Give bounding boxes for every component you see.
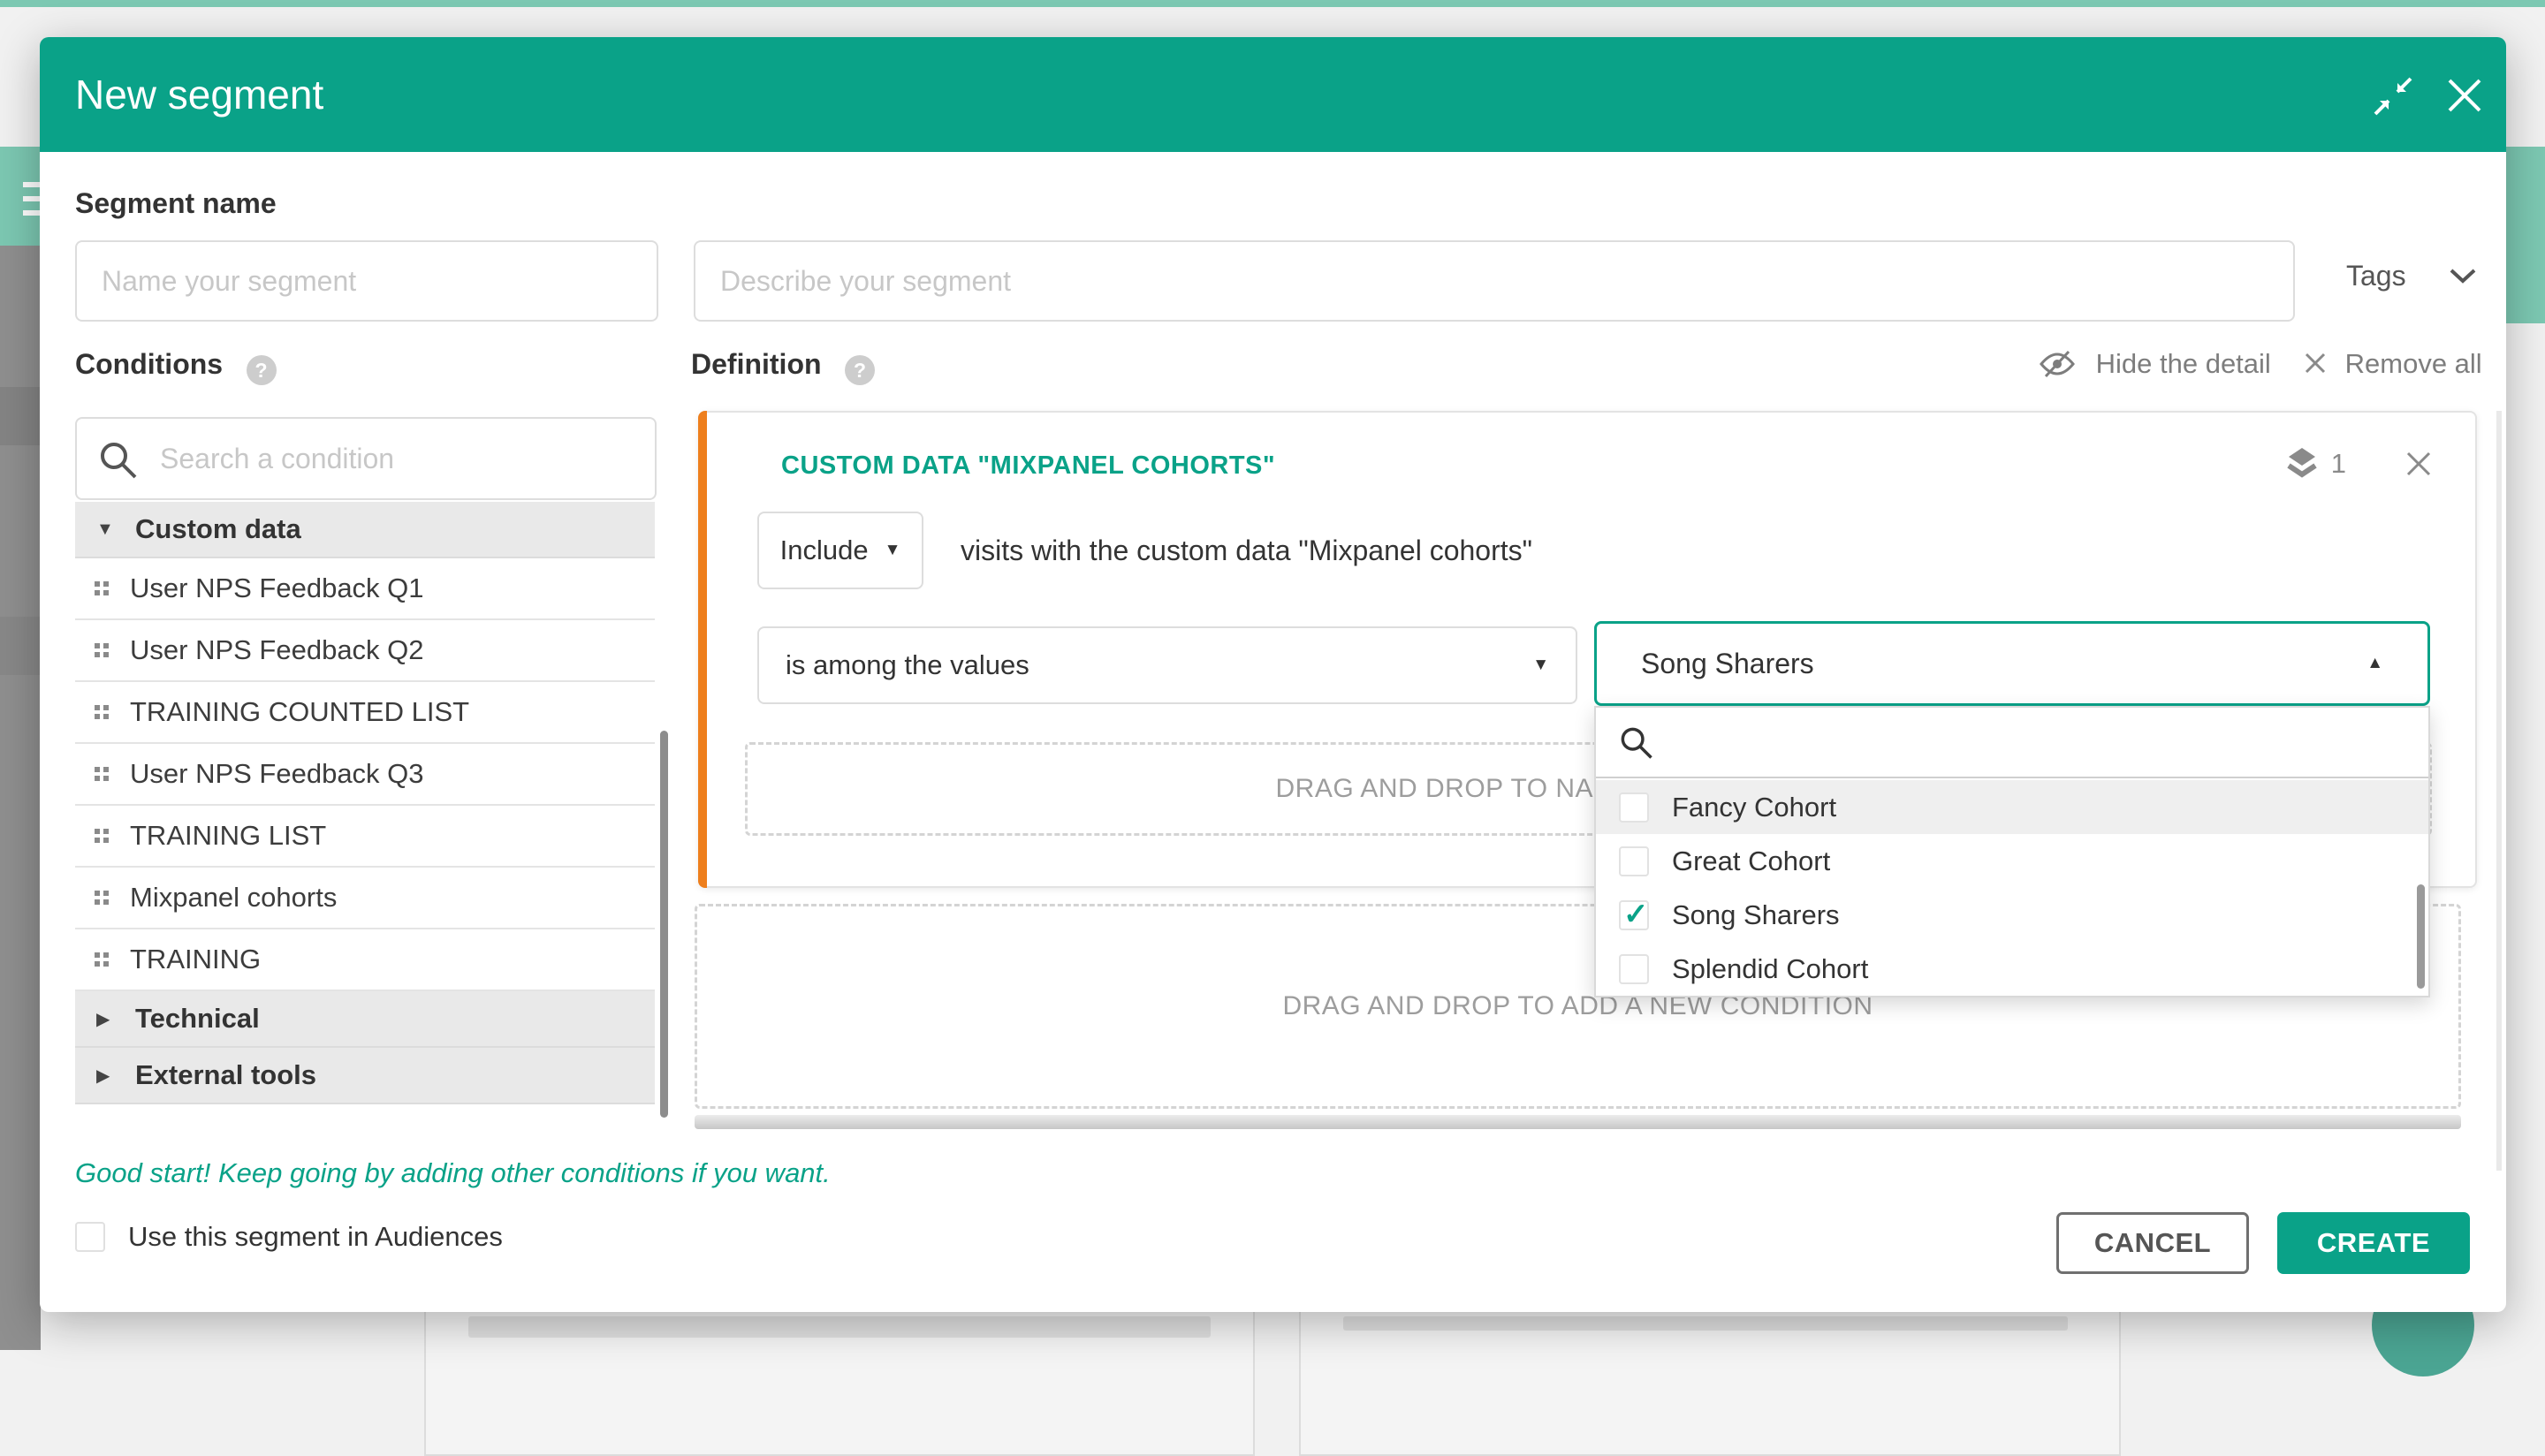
definition-header: Definition ? <box>691 348 875 385</box>
dropdown-option[interactable]: ✓Splendid Cohort <box>1596 942 2428 996</box>
modal-header: New segment <box>40 37 2506 152</box>
page-top-strip <box>0 0 2545 7</box>
cancel-button[interactable]: CANCEL <box>2056 1212 2249 1274</box>
option-checkbox[interactable]: ✓ <box>1619 846 1649 876</box>
app-header-edge-right <box>2506 147 2545 323</box>
definition-scroll-track[interactable] <box>2496 411 2502 1171</box>
segment-description-input[interactable] <box>694 240 2295 322</box>
card-accent-bar <box>698 411 707 888</box>
condition-group-technical[interactable]: ▶Technical <box>75 991 655 1048</box>
caret-up-icon: ▲ <box>2366 654 2383 673</box>
conditions-scrollbar[interactable] <box>660 731 668 1118</box>
eye-slash-icon <box>2039 350 2076 378</box>
condition-item[interactable]: User NPS Feedback Q1 <box>75 558 655 620</box>
include-select[interactable]: Include ▼ <box>757 512 923 589</box>
checkmark-icon: ✓ <box>1623 897 1649 932</box>
condition-card-title: CUSTOM DATA "MIXPANEL COHORTS" <box>781 451 1275 481</box>
dropdown-option[interactable]: ✓Fancy Cohort <box>1596 780 2428 834</box>
operator-select[interactable]: is among the values ▼ <box>757 626 1577 704</box>
drag-handle-icon <box>95 891 109 905</box>
drag-handle-icon <box>95 829 109 843</box>
drag-handle-icon <box>95 767 109 781</box>
new-segment-modal: New segment Segment name Tags Conditions… <box>40 37 2506 1312</box>
condition-item[interactable]: User NPS Feedback Q2 <box>75 620 655 682</box>
dimmed-sidebar <box>0 246 41 1350</box>
condition-item[interactable]: TRAINING COUNTED LIST <box>75 682 655 744</box>
remove-all-label: Remove all <box>2345 348 2482 379</box>
caret-down-icon: ▼ <box>885 541 901 560</box>
condition-sentence: visits with the custom data "Mixpanel co… <box>961 535 1532 567</box>
audiences-checkbox[interactable] <box>75 1222 105 1252</box>
layers-icon <box>2285 446 2319 482</box>
tags-dropdown[interactable]: Tags <box>2346 260 2477 292</box>
audiences-checkbox-row[interactable]: Use this segment in Audiences <box>75 1221 503 1253</box>
triangle-right-icon: ▶ <box>96 1008 135 1030</box>
option-checkbox[interactable]: ✓ <box>1619 900 1649 930</box>
dropdown-option[interactable]: ✓Song Sharers <box>1596 888 2428 942</box>
drag-handle-icon <box>95 643 109 657</box>
tags-label: Tags <box>2346 260 2406 292</box>
dropdown-scrollbar[interactable] <box>2417 884 2425 989</box>
modal-title: New segment <box>75 71 323 118</box>
progress-hint: Good start! Keep going by adding other c… <box>75 1157 831 1189</box>
conditions-label: Conditions <box>75 348 223 380</box>
definition-label: Definition <box>691 348 822 380</box>
segment-name-input[interactable] <box>75 240 658 322</box>
drag-handle-icon <box>95 581 109 595</box>
hide-detail-label: Hide the detail <box>2096 348 2271 379</box>
definition-help-icon[interactable]: ? <box>845 355 875 385</box>
chevron-down-icon <box>2449 268 2477 284</box>
close-icon <box>2304 352 2327 375</box>
condition-group-custom-data[interactable]: ▼Custom data <box>75 502 655 558</box>
condition-item[interactable]: User NPS Feedback Q3 <box>75 744 655 806</box>
remove-condition-icon[interactable] <box>2404 450 2433 478</box>
search-icon <box>98 440 139 481</box>
dropdown-option[interactable]: ✓Great Cohort <box>1596 834 2428 888</box>
remove-all-button[interactable]: Remove all <box>2304 348 2482 380</box>
condition-search <box>75 417 657 500</box>
condition-search-input[interactable] <box>160 419 637 498</box>
drag-handle-icon <box>95 952 109 967</box>
layer-count: 1 <box>2331 448 2346 480</box>
horizontal-scrollbar[interactable] <box>695 1115 2461 1129</box>
condition-group-external-tools[interactable]: ▶External tools <box>75 1048 655 1104</box>
conditions-help-icon[interactable]: ? <box>247 355 277 385</box>
option-checkbox[interactable]: ✓ <box>1619 954 1649 984</box>
triangle-right-icon: ▶ <box>96 1065 135 1087</box>
audiences-label: Use this segment in Audiences <box>128 1221 503 1253</box>
operator-value: is among the values <box>786 649 1029 681</box>
value-select[interactable]: Song Sharers ▲ <box>1594 621 2430 706</box>
caret-down-icon: ▼ <box>1532 656 1549 675</box>
value-select-label: Song Sharers <box>1641 648 1814 680</box>
option-checkbox[interactable]: ✓ <box>1619 792 1649 823</box>
include-label: Include <box>780 535 869 566</box>
dropdown-options: ✓Fancy Cohort✓Great Cohort✓Song Sharers✓… <box>1596 780 2428 996</box>
condition-item[interactable]: Mixpanel cohorts <box>75 868 655 929</box>
value-dropdown-panel: ✓Fancy Cohort✓Great Cohort✓Song Sharers✓… <box>1594 706 2430 997</box>
condition-item[interactable]: TRAINING <box>75 929 655 991</box>
create-button[interactable]: CREATE <box>2277 1212 2470 1274</box>
drag-handle-icon <box>95 705 109 719</box>
close-icon[interactable] <box>2445 76 2484 119</box>
segment-name-label: Segment name <box>75 187 277 220</box>
conditions-list: ▼Custom dataUser NPS Feedback Q1User NPS… <box>75 502 655 1104</box>
collapse-icon[interactable] <box>2373 76 2413 121</box>
conditions-header: Conditions ? <box>75 348 277 385</box>
hide-detail-button[interactable]: Hide the detail <box>2039 348 2271 380</box>
triangle-down-icon: ▼ <box>96 519 135 540</box>
dropdown-search[interactable] <box>1596 708 2428 778</box>
condition-item[interactable]: TRAINING LIST <box>75 806 655 868</box>
search-icon <box>1619 725 1654 761</box>
